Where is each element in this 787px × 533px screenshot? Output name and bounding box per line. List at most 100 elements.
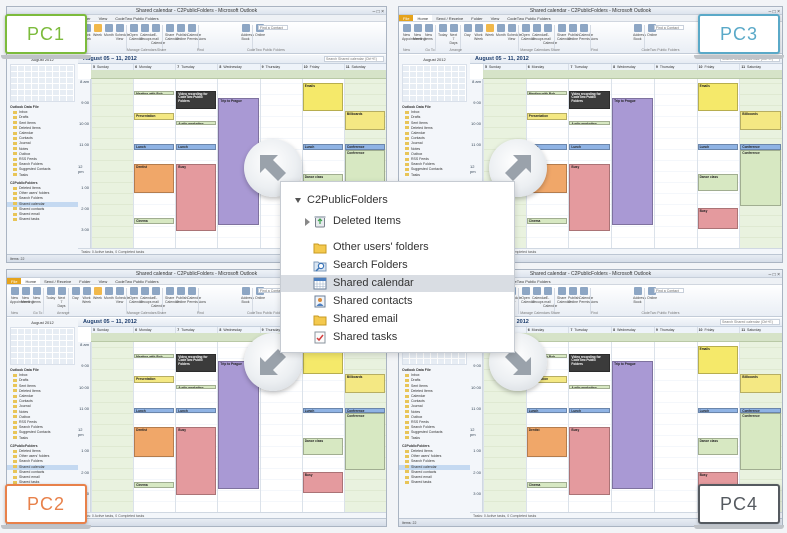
ribbon-button[interactable]: Calendar Groups: [140, 287, 154, 307]
ribbon-button[interactable]: Week: [93, 287, 102, 307]
ribbon-button[interactable]: Calendar Groups: [140, 24, 154, 44]
day-column[interactable]: [91, 342, 134, 512]
calendar-event[interactable]: Dance class: [302, 437, 343, 455]
ribbon-button[interactable]: Address Book: [241, 24, 254, 44]
calendar-event[interactable]: Cinema: [134, 218, 175, 224]
calendar-search-input[interactable]: Search Shared calendar (Ctrl+E): [720, 319, 780, 325]
ribbon-button[interactable]: New Appointment: [402, 24, 422, 44]
nav-folder-item[interactable]: Shared tasks: [399, 480, 470, 485]
folder-item-deleted-items[interactable]: Deleted Items: [281, 213, 514, 230]
ribbon-button[interactable]: New Items: [424, 24, 433, 44]
calendar-event[interactable]: Video recording for CodeTwo Public Folde…: [569, 353, 611, 372]
folder-root[interactable]: C2PublicFolders: [281, 192, 514, 209]
ribbon-button[interactable]: Open Calendar: [521, 24, 535, 44]
ribbon-button[interactable]: Calendar Permissions: [187, 287, 206, 307]
calendar-event[interactable]: Busy: [302, 471, 343, 493]
calendar-event[interactable]: Conference: [344, 413, 385, 470]
calendar-event[interactable]: Busy: [569, 427, 611, 495]
calendar-event[interactable]: Lunch: [176, 407, 217, 414]
ribbon-button[interactable]: Week: [93, 24, 102, 44]
ribbon-button[interactable]: Work Week: [474, 24, 483, 44]
folder-item-search-folders[interactable]: Search Folders: [281, 257, 514, 274]
ribbon-button[interactable]: Share Calendar: [557, 287, 571, 307]
ribbon-button[interactable]: New Meeting: [413, 24, 425, 44]
collapsed-triangle-icon[interactable]: [305, 218, 310, 226]
ribbon-tab[interactable]: Folder: [75, 278, 94, 284]
all-day-row[interactable]: [91, 70, 386, 79]
ribbon-tab[interactable]: View: [95, 278, 112, 284]
calendar-event[interactable]: Lunch: [526, 407, 568, 414]
expanded-triangle-icon[interactable]: [295, 198, 301, 203]
window-controls[interactable]: – □ ×: [769, 271, 781, 279]
ribbon-button[interactable]: Calendar Permissions: [187, 24, 206, 44]
ribbon-button[interactable]: Address Book: [633, 24, 646, 44]
ribbon-tab[interactable]: Send / Receive: [432, 15, 467, 21]
ribbon-button[interactable]: Calendar Groups: [532, 24, 546, 44]
calendar-event[interactable]: Meeting with Bob: [134, 90, 175, 95]
ribbon-button[interactable]: Publish Online: [568, 287, 579, 307]
ribbon-button[interactable]: Calendar Groups: [532, 287, 546, 307]
ribbon-button[interactable]: Schedule View: [507, 24, 522, 44]
calendar-event[interactable]: Lunch: [302, 407, 343, 414]
calendar-event[interactable]: Video recording for CodeTwo Public Folde…: [569, 90, 611, 109]
calendar-event[interactable]: Audio marketing: [176, 121, 217, 126]
calendar-event[interactable]: Busy: [569, 163, 611, 232]
ribbon-tab[interactable]: Send / Receive: [40, 278, 75, 284]
calendar-event[interactable]: Lunch: [302, 144, 343, 150]
ribbon-button[interactable]: E-mail Calendar: [151, 287, 165, 308]
ribbon-button[interactable]: Next 7 Days: [57, 287, 66, 308]
ribbon-tab[interactable]: Folder: [467, 15, 486, 21]
ribbon-button[interactable]: Address Book: [241, 287, 254, 307]
nav-folder-item[interactable]: Tasks: [399, 436, 470, 441]
find-contact-field[interactable]: Find a Contact: [654, 25, 684, 30]
calendar-event[interactable]: Lunch: [569, 407, 611, 414]
calendar-event[interactable]: Presentation: [526, 112, 568, 121]
calendar-event[interactable]: Cinema: [526, 218, 568, 224]
folder-item-shared-email[interactable]: Shared email: [281, 311, 514, 328]
ribbon-button[interactable]: Calendar Permissions: [579, 287, 598, 307]
calendar-event[interactable]: Audio marketing: [176, 384, 217, 389]
ribbon-tab[interactable]: CodeTwo Public Folders: [111, 278, 162, 284]
ribbon-button[interactable]: New Items: [32, 287, 41, 307]
ribbon-tab[interactable]: CodeTwo Public Folders: [111, 15, 162, 21]
calendar-event[interactable]: Billboards: [740, 110, 781, 130]
ribbon-button[interactable]: Schedule View: [115, 24, 130, 44]
calendar-event[interactable]: Lunch: [134, 407, 175, 414]
calendar-event[interactable]: Billboards: [344, 110, 385, 130]
ribbon-button[interactable]: Open Calendar: [521, 287, 535, 307]
ribbon-tab[interactable]: File: [7, 278, 22, 284]
ribbon-tab[interactable]: Home: [21, 278, 41, 284]
ribbon-button[interactable]: New Appointment: [10, 287, 30, 307]
folder-item-shared-tasks[interactable]: Shared tasks: [281, 329, 514, 346]
ribbon-button[interactable]: Day: [71, 287, 80, 307]
calendar-event[interactable]: Lunch: [697, 407, 739, 414]
ribbon-button[interactable]: Share Calendar: [165, 287, 179, 307]
ribbon-tab[interactable]: View: [95, 15, 112, 21]
ribbon-button[interactable]: Share Calendar: [557, 24, 571, 44]
ribbon-button[interactable]: E-mail Calendar: [543, 287, 557, 308]
calendar-event[interactable]: Busy: [697, 207, 739, 229]
calendar-event[interactable]: Dentist: [134, 163, 175, 194]
calendar-event[interactable]: Cinema: [526, 482, 568, 488]
ribbon-button[interactable]: New Meeting: [21, 287, 33, 307]
ribbon-button[interactable]: Next 7 Days: [449, 24, 458, 45]
calendar-event[interactable]: Meeting with Bob: [134, 353, 175, 358]
mini-calendar[interactable]: [402, 64, 467, 102]
ribbon-button[interactable]: Publish Online: [176, 24, 187, 44]
ribbon-button[interactable]: Today: [46, 287, 55, 307]
ribbon-button[interactable]: Month: [104, 287, 114, 307]
calendar-event[interactable]: Trip to Prague: [612, 361, 653, 489]
ribbon-button[interactable]: E-mail Calendar: [151, 24, 165, 45]
ribbon-button[interactable]: Open Calendar: [129, 287, 143, 307]
calendar-event[interactable]: Presentation: [134, 376, 175, 384]
mini-calendar[interactable]: [10, 64, 75, 102]
calendar-event[interactable]: Conference: [740, 413, 781, 470]
ribbon-button[interactable]: Month: [104, 24, 114, 44]
calendar-event[interactable]: Trip to Prague: [612, 98, 653, 225]
ribbon-button[interactable]: Day: [463, 24, 472, 44]
find-contact-field[interactable]: Find a Contact: [654, 288, 684, 293]
ribbon-button[interactable]: Address Book: [633, 287, 646, 307]
folder-item-shared-contacts[interactable]: Shared contacts: [281, 293, 514, 310]
calendar-event[interactable]: Busy: [176, 427, 217, 495]
ribbon-button[interactable]: Schedule View: [115, 287, 130, 307]
